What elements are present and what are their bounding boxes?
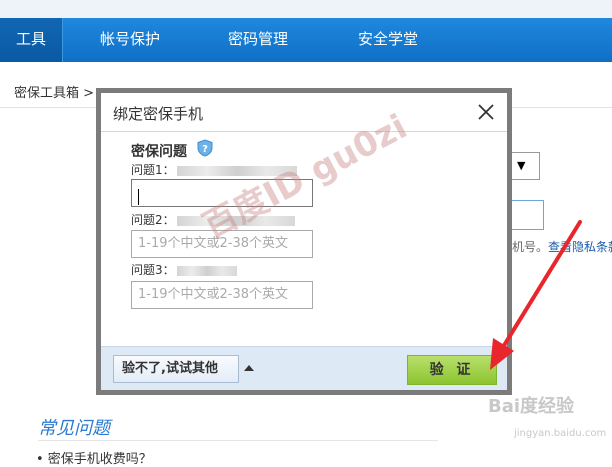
red-arrow-annotation bbox=[490, 220, 582, 370]
